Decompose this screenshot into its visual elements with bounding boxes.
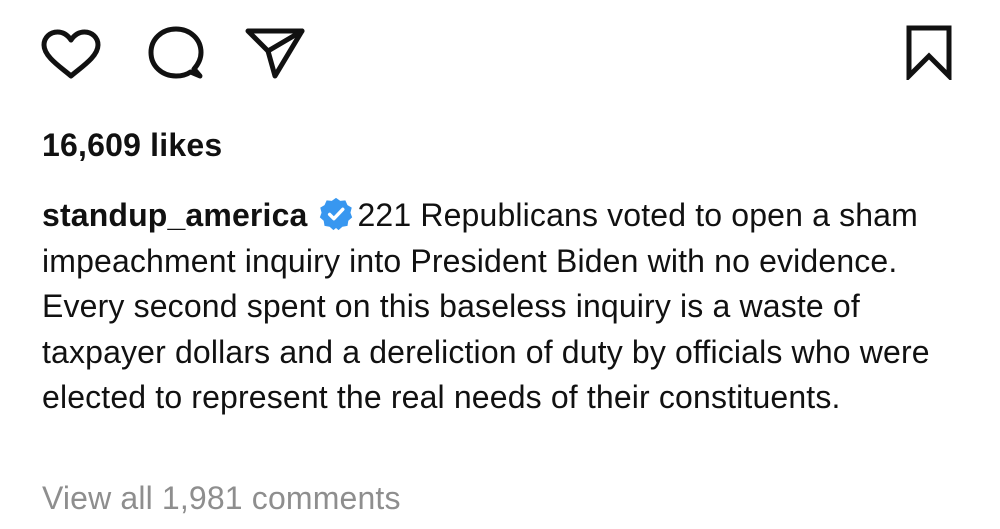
bookmark-icon[interactable] [905, 24, 953, 80]
username[interactable]: standup_america [42, 197, 307, 233]
view-all-comments-link[interactable]: View all 1,981 comments [42, 477, 401, 519]
paper-plane-icon[interactable] [244, 26, 306, 80]
post-caption: standup_america 221 Republicans voted to … [42, 193, 972, 421]
likes-count[interactable]: 16,609 likes [42, 124, 222, 166]
verified-badge-icon [319, 197, 353, 231]
post-action-bar [0, 0, 1000, 110]
comment-icon[interactable] [145, 25, 207, 81]
heart-icon[interactable] [40, 28, 102, 80]
